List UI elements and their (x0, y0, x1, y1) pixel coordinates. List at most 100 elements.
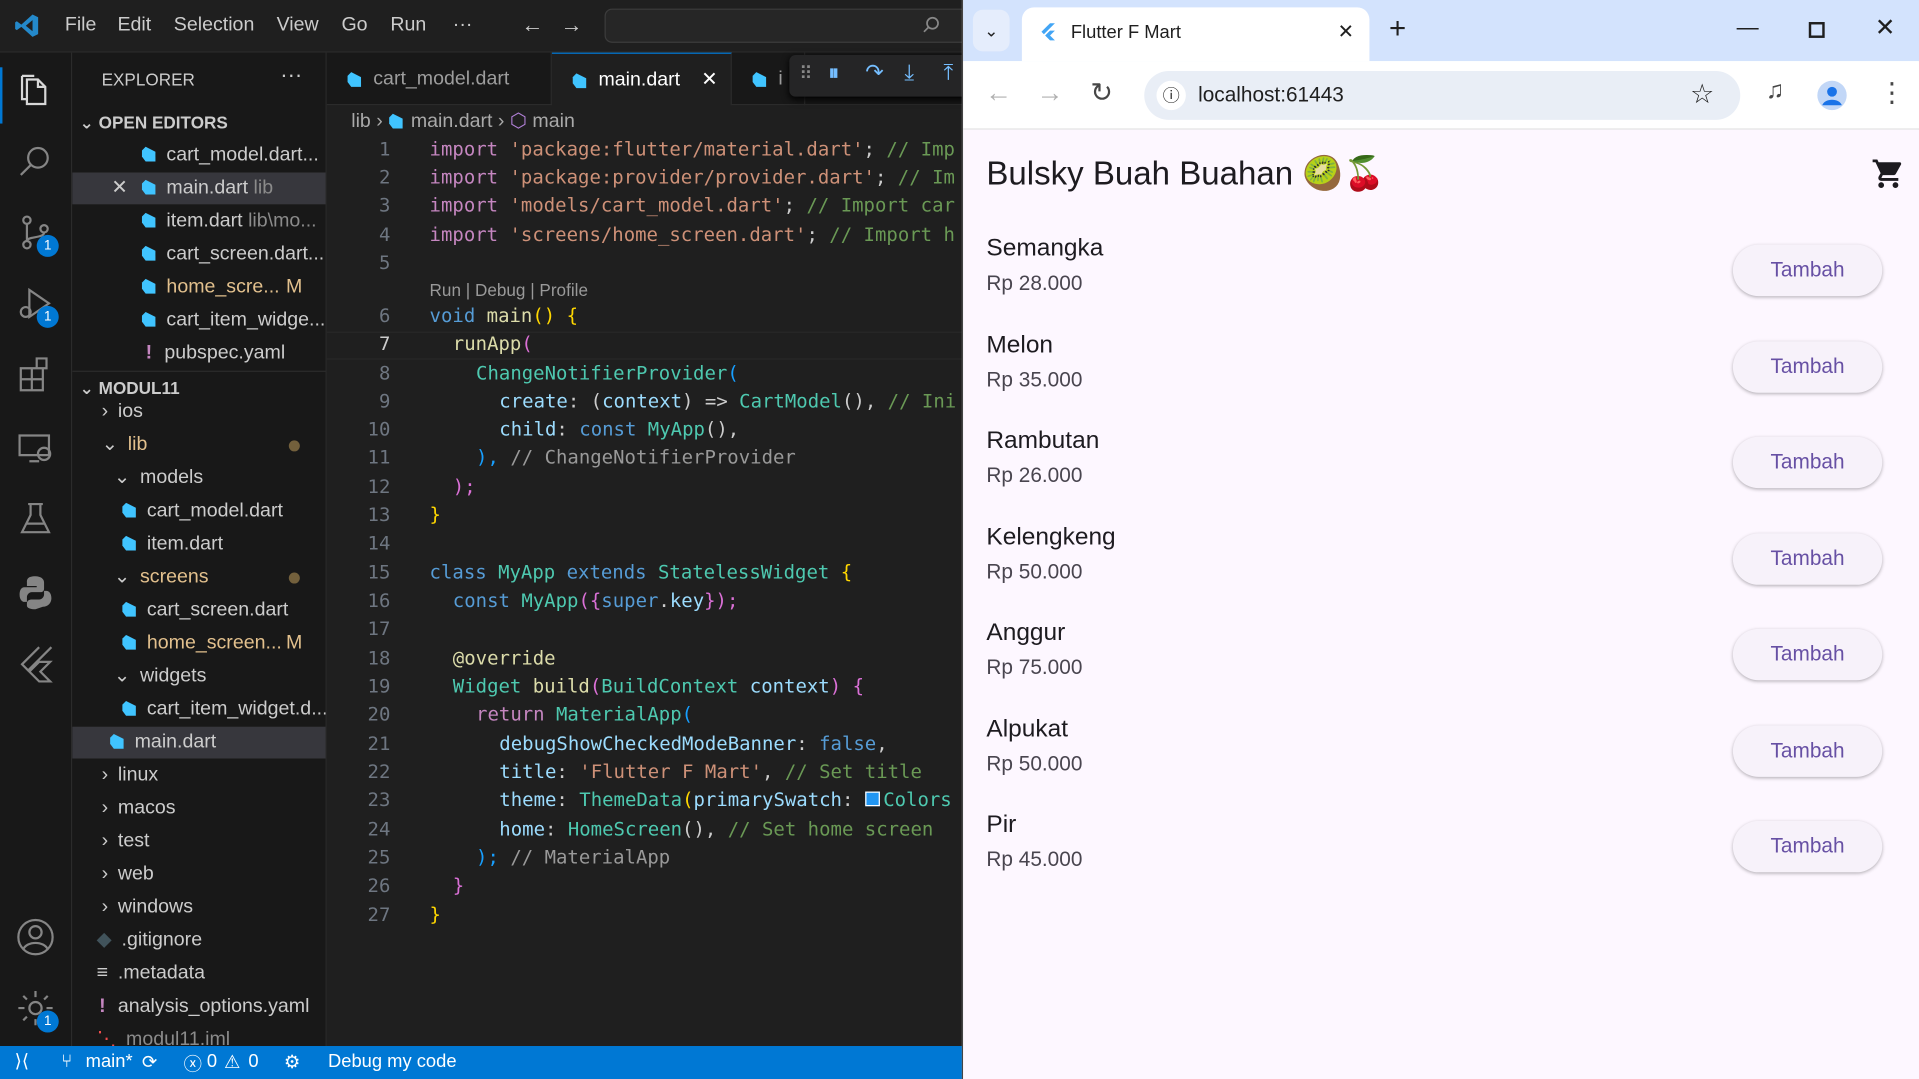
browser-menu-icon[interactable]: ⋮ (1879, 77, 1906, 109)
breadcrumb-folder[interactable]: lib (351, 111, 371, 132)
minimize-icon[interactable]: — (1737, 15, 1759, 41)
reload-icon[interactable]: ↻ (1090, 77, 1113, 109)
product-name: Melon (986, 331, 1054, 359)
tree-folder[interactable]: › macos (72, 793, 325, 825)
menu-edit[interactable]: Edit (117, 15, 151, 37)
open-editor-item-selected[interactable]: ✕ main.dart lib (72, 172, 326, 205)
site-info-icon[interactable]: ⓘ (1156, 80, 1186, 111)
window-close-icon[interactable]: ✕ (1875, 12, 1896, 43)
menu-file[interactable]: File (65, 15, 97, 37)
tab-cart-model[interactable]: cart_model.dart (327, 52, 552, 106)
menu-run[interactable]: Run (390, 15, 426, 37)
tree-file[interactable]: ◆ .gitignore (72, 925, 325, 957)
bookmark-star-icon[interactable]: ☆ (1690, 78, 1714, 110)
open-editor-item[interactable]: item.dart lib\mo... (72, 206, 325, 238)
tree-folder-screens[interactable]: ⌄ screens (72, 562, 325, 594)
extensions-icon[interactable] (15, 354, 57, 396)
testing-icon[interactable] (15, 498, 57, 540)
tree-file[interactable]: cart_item_widget.d... (72, 694, 326, 726)
step-out-icon[interactable]: ⤒ (944, 60, 954, 86)
tab-label: i (778, 68, 783, 90)
menu-selection[interactable]: Selection (174, 15, 255, 37)
profile-avatar-icon[interactable] (1817, 80, 1847, 111)
back-arrow-icon[interactable]: ← (521, 12, 543, 38)
flutter-icon[interactable] (15, 642, 57, 684)
tree-item-label: main.dart (134, 731, 217, 753)
tab-close-icon[interactable]: ✕ (701, 54, 717, 107)
add-button[interactable]: Tambah (1732, 533, 1883, 585)
remote-indicator[interactable]: ⟩⟨ (0, 1046, 49, 1079)
tree-folder[interactable]: › windows (72, 892, 325, 924)
menu-go[interactable]: Go (341, 15, 367, 37)
sync-icon[interactable]: ⟳ (142, 1051, 157, 1073)
browser-tab[interactable]: Flutter F Mart ✕ (1021, 7, 1370, 62)
explorer-icon[interactable] (15, 70, 57, 112)
back-icon[interactable]: ← (985, 77, 1012, 109)
open-editors-header[interactable]: ⌄ OPEN EDITORS (72, 106, 325, 138)
open-editor-item[interactable]: ! pubspec.yaml (72, 338, 325, 370)
codelens[interactable]: Run | Debug | Profile (430, 280, 588, 300)
add-button[interactable]: Tambah (1732, 725, 1883, 777)
tree-file[interactable]: ≡ .metadata (72, 958, 325, 990)
media-controls-icon[interactable]: ♫ (1766, 77, 1784, 105)
breadcrumb-file[interactable]: main.dart (411, 111, 493, 132)
explorer-more-icon[interactable]: ··· (280, 62, 302, 88)
tree-file[interactable]: ! analysis_options.yaml (72, 991, 325, 1023)
add-button[interactable]: Tambah (1732, 244, 1883, 297)
tree-folder-models[interactable]: ⌄ models (72, 462, 325, 494)
tree-folder[interactable]: › test (72, 826, 325, 858)
open-editor-item[interactable]: home_scre... M (72, 272, 325, 304)
drag-handle-icon[interactable]: ⠿ (799, 62, 812, 85)
add-button[interactable]: Tambah (1732, 436, 1883, 489)
tree-file[interactable]: cart_model.dart (72, 495, 325, 527)
close-icon[interactable]: ✕ (111, 172, 127, 204)
open-editor-name: cart_screen.dart... (166, 243, 325, 265)
code-line: class MyApp extends StatelessWidget { (429, 561, 853, 584)
add-button[interactable]: Tambah (1732, 628, 1883, 681)
tree-file-selected[interactable]: main.dart (72, 726, 326, 759)
color-swatch[interactable] (864, 791, 880, 807)
warning-count[interactable]: 0 (248, 1051, 258, 1072)
tree-folder[interactable]: › linux (72, 760, 325, 792)
step-over-icon[interactable]: ↷ (865, 60, 883, 86)
search-icon[interactable] (15, 141, 57, 183)
tree-folder-lib[interactable]: ⌄ lib (72, 429, 325, 461)
breadcrumb-symbol[interactable]: main (532, 111, 574, 132)
tree-file[interactable]: ⋱ modul11.iml (72, 1024, 325, 1046)
tree-folder-ios[interactable]: › ios (72, 396, 325, 428)
error-count[interactable]: 0 (207, 1051, 217, 1072)
account-icon[interactable] (15, 916, 57, 958)
tab-main[interactable]: main.dart ✕ (551, 52, 732, 107)
tab-close-icon[interactable]: ✕ (1338, 20, 1354, 44)
tree-file[interactable]: cart_screen.dart (72, 595, 325, 627)
shopping-cart-icon[interactable] (1871, 157, 1905, 191)
command-center-search[interactable] (604, 8, 972, 43)
branch-name[interactable]: main* (86, 1051, 133, 1072)
open-editor-item[interactable]: cart_item_widge... (72, 305, 325, 337)
new-tab-icon[interactable]: + (1389, 12, 1406, 46)
open-editor-item[interactable]: cart_model.dart... (72, 139, 325, 171)
tree-folder[interactable]: › web (72, 859, 325, 891)
tab-search-chevron-icon[interactable]: ⌄ (972, 9, 1010, 52)
tree-file[interactable]: home_screen... M (72, 628, 325, 660)
pause-icon[interactable]: ⏸ (829, 61, 839, 85)
maximize-icon[interactable] (1808, 22, 1825, 38)
add-button[interactable]: Tambah (1732, 341, 1883, 393)
forward-arrow-icon[interactable]: → (561, 12, 583, 38)
product-item: Anggur Rp 75.000 Tambah (986, 619, 1892, 714)
remote-explorer-icon[interactable] (15, 427, 57, 469)
tree-item-label: .gitignore (121, 929, 203, 951)
step-into-icon[interactable]: ⤓ (904, 60, 914, 86)
error-icon: ⓧ (183, 1054, 202, 1076)
menu-view[interactable]: View (277, 15, 319, 37)
forward-icon[interactable]: → (1037, 77, 1064, 109)
python-icon[interactable] (15, 571, 57, 613)
address-bar[interactable]: ⓘ localhost:61443 ☆ (1144, 70, 1741, 120)
add-button[interactable]: Tambah (1732, 820, 1883, 873)
tree-item-label: test (117, 830, 150, 852)
debug-status[interactable]: Debug my code (328, 1051, 457, 1072)
menu-more[interactable]: ··· (453, 15, 473, 37)
tree-file[interactable]: item.dart (72, 529, 325, 561)
open-editor-item[interactable]: cart_screen.dart... (72, 239, 325, 271)
tree-folder-widgets[interactable]: ⌄ widgets (72, 661, 325, 693)
